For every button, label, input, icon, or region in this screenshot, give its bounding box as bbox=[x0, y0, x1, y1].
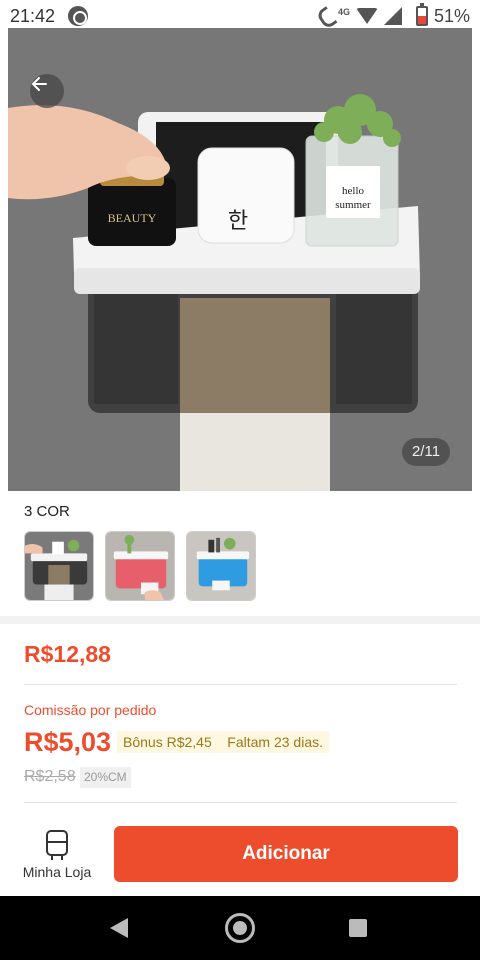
call-icon bbox=[318, 6, 340, 26]
nav-home-icon[interactable] bbox=[225, 913, 255, 943]
svg-text:한: 한 bbox=[228, 209, 248, 234]
variant-thumbnail-gray bbox=[25, 532, 93, 600]
whatsapp-icon bbox=[68, 6, 88, 26]
status-time: 21:42 bbox=[10, 6, 56, 26]
my-store-button[interactable]: Minha Loja bbox=[16, 828, 98, 884]
variant-thumbnail-blue bbox=[187, 532, 255, 600]
store-icon bbox=[46, 830, 68, 860]
variant-swatch-blue[interactable] bbox=[186, 531, 256, 601]
nav-recents-icon[interactable] bbox=[349, 919, 367, 937]
jar-label-text: BEAUTY bbox=[108, 211, 157, 225]
original-commission: R$2,58 bbox=[24, 768, 76, 785]
system-nav-bar bbox=[0, 896, 480, 960]
bonus-badge: Bônus R$2,45 Faltam 23 dias. bbox=[117, 731, 329, 753]
product-photo: BEAUTY 한 hello summer bbox=[8, 28, 472, 491]
section-divider bbox=[0, 616, 480, 624]
variant-swatch-pink[interactable] bbox=[105, 531, 175, 601]
glass-label-text-1: hello bbox=[342, 185, 364, 197]
wifi-icon bbox=[355, 8, 378, 24]
add-button[interactable]: Adicionar bbox=[114, 826, 458, 882]
variant-count-label: 3 COR bbox=[24, 503, 70, 520]
my-store-label: Minha Loja bbox=[22, 864, 92, 880]
variant-swatch-gray[interactable] bbox=[24, 531, 94, 601]
image-counter: 2/11 bbox=[402, 438, 450, 466]
commission-value: R$5,03 bbox=[24, 727, 112, 757]
divider bbox=[24, 802, 457, 803]
battery-percent: 51% bbox=[433, 5, 470, 26]
paper-roll bbox=[180, 298, 330, 413]
paper-roll-hanging bbox=[180, 408, 330, 491]
signal-icon bbox=[383, 7, 402, 25]
back-button[interactable] bbox=[30, 74, 64, 108]
divider bbox=[24, 684, 457, 685]
status-icons: 4G 51% bbox=[318, 3, 470, 26]
variant-thumbnail-pink bbox=[106, 532, 174, 600]
nav-back-icon[interactable] bbox=[110, 918, 128, 938]
glass-label-text-2: summer bbox=[335, 199, 371, 211]
bonus-text: Bônus R$2,45 Faltam 23 dias. bbox=[123, 734, 323, 750]
product-image[interactable]: BEAUTY 한 hello summer bbox=[8, 28, 472, 491]
commission-rate-badge: 20%CM bbox=[80, 767, 131, 788]
commission-label: Comissão por pedido bbox=[24, 702, 157, 718]
arrow-left-icon bbox=[32, 77, 47, 91]
battery-icon bbox=[415, 3, 428, 26]
product-price: R$12,88 bbox=[24, 641, 111, 667]
